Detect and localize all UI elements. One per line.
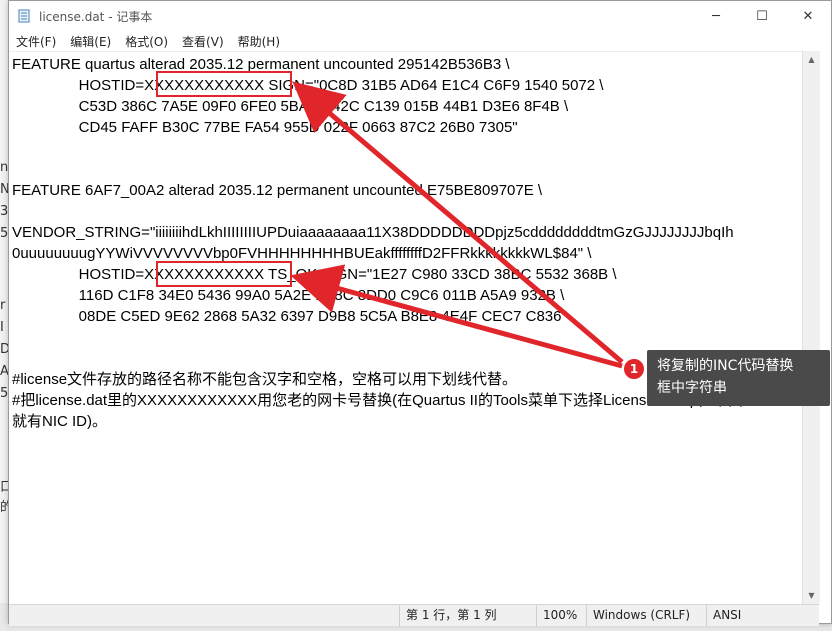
annotation-badge: 1 bbox=[623, 358, 645, 380]
annotation-arrows bbox=[290, 81, 624, 369]
annotation-text: 将复制的INC代码替换 bbox=[657, 358, 794, 374]
annotation-callout: 将复制的INC代码替换 框中字符串 bbox=[647, 350, 830, 406]
annotation-text: 框中字符串 bbox=[657, 380, 727, 396]
